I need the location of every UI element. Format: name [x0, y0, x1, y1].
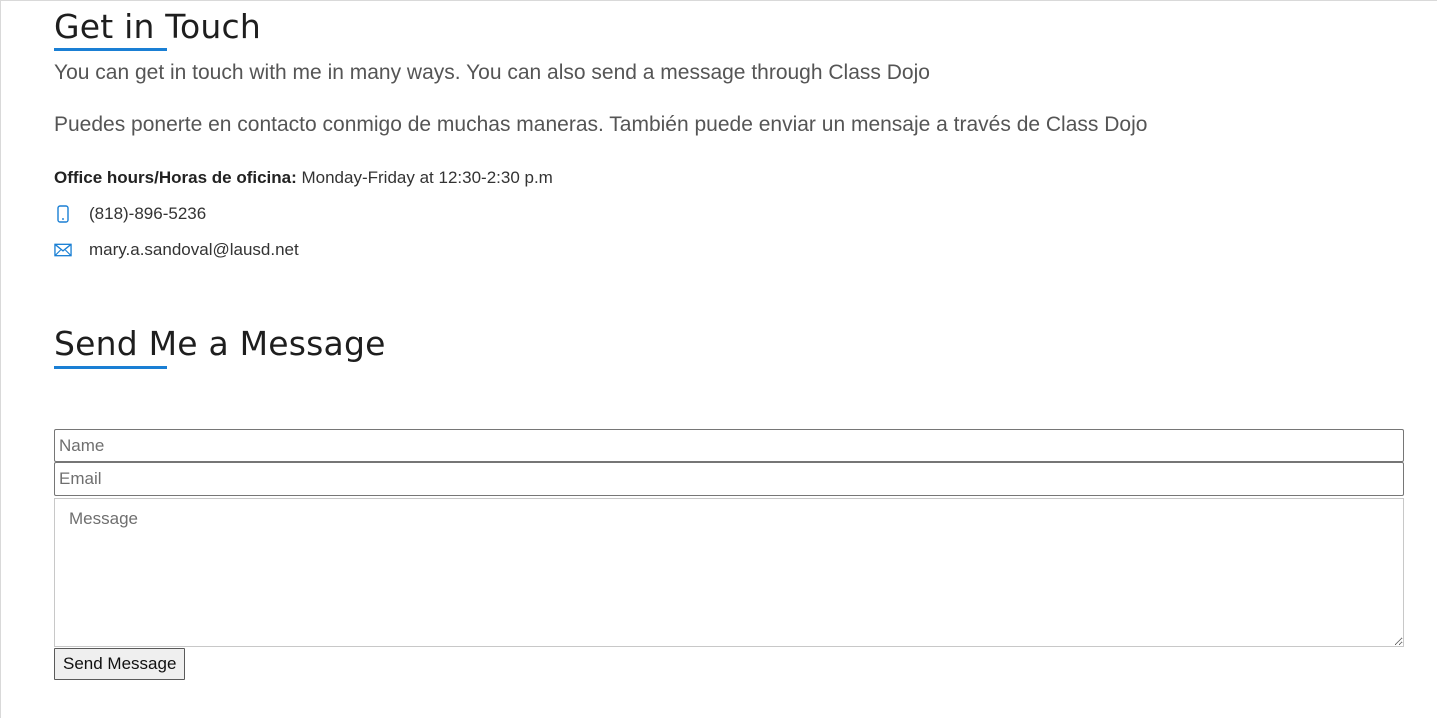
office-hours: Office hours/Horas de oficina: Monday-Fr…	[54, 168, 553, 188]
phone-row: (818)-896-5236	[54, 204, 206, 224]
phone-number: (818)-896-5236	[89, 204, 207, 223]
send-message-header: Send Me a Message	[54, 324, 386, 369]
title-underline	[54, 366, 167, 369]
get-in-touch-header: Get in Touch	[54, 7, 261, 51]
email-row: mary.a.sandoval@lausd.net	[54, 240, 299, 260]
lead-english: You can get in touch with me in many way…	[54, 61, 930, 84]
phone-icon	[54, 205, 72, 223]
name-input[interactable]	[54, 429, 1404, 462]
send-message-button[interactable]: Send Message	[54, 648, 186, 680]
office-hours-value: Monday-Friday at 12:30-2:30 p.m	[296, 168, 553, 187]
message-textarea[interactable]	[54, 498, 1404, 647]
email-address[interactable]: mary.a.sandoval@lausd.net	[89, 240, 299, 260]
email-input[interactable]	[54, 462, 1404, 496]
contact-page: Get in Touch You can get in touch with m…	[0, 0, 1437, 718]
envelope-icon	[54, 241, 72, 259]
send-message-title: Send Me a Message	[54, 324, 386, 363]
title-underline	[54, 48, 167, 51]
office-hours-label: Office hours/Horas de oficina:	[54, 168, 297, 187]
lead-spanish: Puedes ponerte en contacto conmigo de mu…	[54, 113, 1148, 136]
get-in-touch-title: Get in Touch	[54, 7, 261, 46]
